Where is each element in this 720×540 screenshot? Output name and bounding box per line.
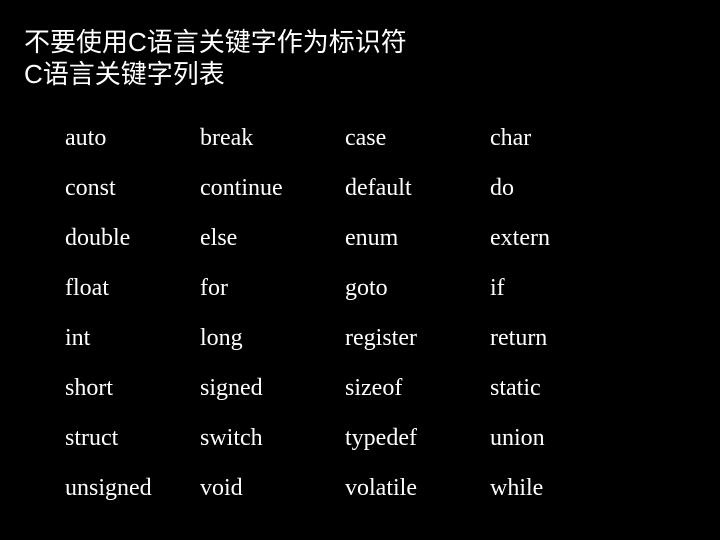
- table-row: unsigned void volatile while: [65, 463, 685, 513]
- table-row: struct switch typedef union: [65, 413, 685, 463]
- slide-title: 不要使用C语言关键字作为标识符 C语言关键字列表: [24, 26, 696, 90]
- keyword-cell: goto: [345, 275, 388, 301]
- keyword-cell: union: [490, 425, 545, 451]
- table-row: auto break case char: [65, 113, 685, 163]
- keyword-cell: struct: [65, 425, 119, 451]
- keyword-cell: extern: [490, 225, 550, 251]
- table-row: const continue default do: [65, 163, 685, 213]
- keyword-cell: return: [490, 325, 548, 351]
- keyword-cell: signed: [200, 375, 263, 401]
- title-line-2: C语言关键字列表: [24, 59, 225, 89]
- keyword-cell: const: [65, 175, 116, 201]
- keyword-cell: register: [345, 325, 417, 351]
- keyword-cell: short: [65, 375, 113, 401]
- keyword-cell: static: [490, 375, 541, 401]
- slide-canvas: 不要使用C语言关键字作为标识符 C语言关键字列表 auto break case…: [0, 0, 720, 540]
- keyword-cell: unsigned: [65, 475, 152, 501]
- table-row: short signed sizeof static: [65, 363, 685, 413]
- keyword-cell: auto: [65, 125, 107, 151]
- table-row: int long register return: [65, 313, 685, 363]
- c-keyword-table: auto break case char const continue defa…: [65, 113, 685, 513]
- keyword-cell: default: [345, 175, 412, 201]
- table-row: float for goto if: [65, 263, 685, 313]
- keyword-cell: break: [200, 125, 254, 151]
- keyword-cell: double: [65, 225, 131, 251]
- keyword-cell: do: [490, 175, 514, 201]
- title-line-1: 不要使用C语言关键字作为标识符: [24, 27, 407, 57]
- keyword-cell: if: [490, 275, 505, 301]
- keyword-cell: for: [200, 275, 228, 301]
- keyword-cell: else: [200, 225, 238, 251]
- keyword-cell: float: [65, 275, 109, 301]
- keyword-cell: continue: [200, 175, 283, 201]
- keyword-cell: long: [200, 325, 243, 351]
- keyword-cell: while: [490, 475, 544, 501]
- keyword-cell: switch: [200, 425, 263, 451]
- keyword-cell: typedef: [345, 425, 417, 451]
- keyword-cell: enum: [345, 225, 399, 251]
- keyword-cell: char: [490, 125, 532, 151]
- keyword-cell: volatile: [345, 475, 417, 501]
- keyword-cell: int: [65, 325, 91, 351]
- table-row: double else enum extern: [65, 213, 685, 263]
- keyword-cell: case: [345, 125, 387, 151]
- keyword-cell: sizeof: [345, 375, 403, 401]
- keyword-cell: void: [200, 475, 243, 501]
